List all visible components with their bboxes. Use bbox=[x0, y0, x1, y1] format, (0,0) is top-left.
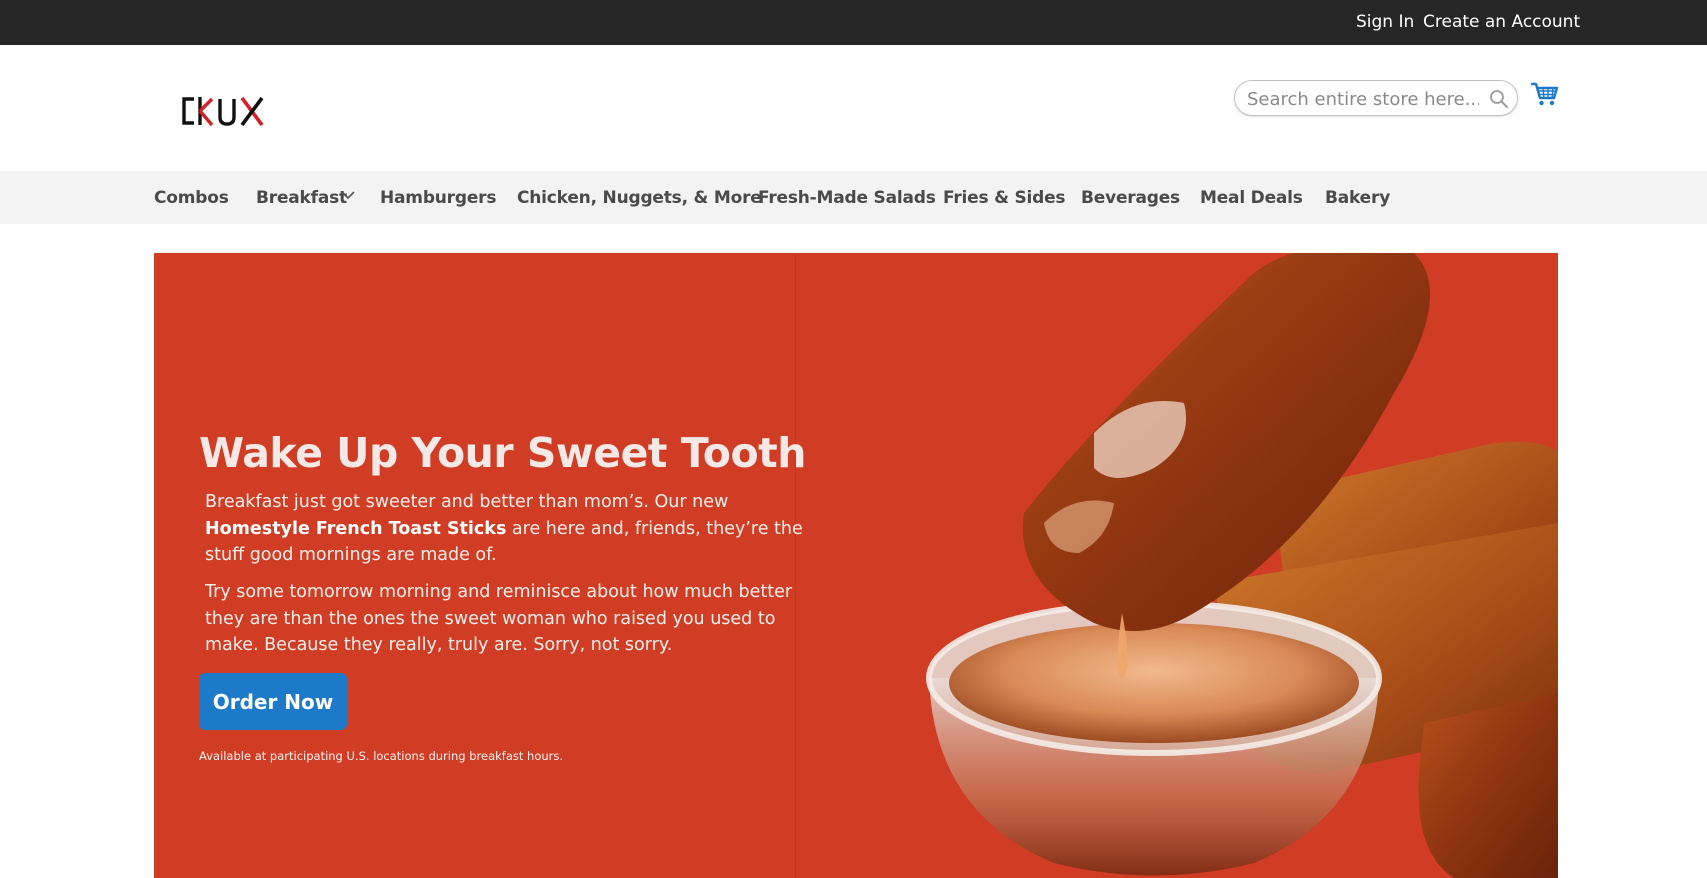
nav-item-combos[interactable]: Combos bbox=[154, 188, 229, 208]
hero-paragraph-2: Try some tomorrow morning and reminisce … bbox=[205, 582, 793, 655]
hero-p1-text: Breakfast just got sweeter and better th… bbox=[205, 492, 729, 512]
nav-item-meal-deals[interactable]: Meal Deals bbox=[1200, 188, 1303, 208]
nav-item-fries-sides[interactable]: Fries & Sides bbox=[943, 188, 1066, 208]
order-now-button[interactable]: Order Now bbox=[199, 673, 347, 730]
hero-fineprint: Available at participating U.S. location… bbox=[199, 749, 564, 763]
hero-banner: Wake Up Your Sweet Tooth Breakfast just … bbox=[154, 253, 1558, 878]
search-input[interactable] bbox=[1247, 86, 1479, 112]
hero-title: Wake Up Your Sweet Tooth bbox=[199, 429, 806, 477]
search-icon[interactable] bbox=[1489, 89, 1509, 109]
nav-item-beverages[interactable]: Beverages bbox=[1081, 188, 1180, 208]
hero-product-name: Homestyle French Toast Sticks bbox=[205, 518, 507, 539]
search-box bbox=[1234, 80, 1518, 116]
main-nav: Combos Breakfast Hamburgers Chicken, Nug… bbox=[0, 171, 1707, 224]
chevron-down-icon[interactable] bbox=[341, 190, 355, 200]
french-toast-sticks-image bbox=[926, 253, 1558, 878]
nav-item-fresh-made-salads[interactable]: Fresh-Made Salads bbox=[758, 188, 936, 208]
nav-item-breakfast[interactable]: Breakfast bbox=[256, 188, 347, 208]
nav-item-bakery[interactable]: Bakery bbox=[1325, 188, 1390, 208]
create-account-link[interactable]: Create an Account bbox=[1423, 12, 1580, 32]
nav-item-hamburgers[interactable]: Hamburgers bbox=[380, 188, 496, 208]
cart-icon[interactable] bbox=[1531, 81, 1559, 107]
hero-paragraph-1: Breakfast just got sweeter and better th… bbox=[205, 489, 805, 569]
crux-logo[interactable] bbox=[178, 91, 272, 131]
sign-in-link[interactable]: Sign In bbox=[1356, 12, 1414, 32]
nav-item-chicken-nuggets-more[interactable]: Chicken, Nuggets, & More bbox=[517, 188, 762, 208]
site-header bbox=[0, 45, 1707, 171]
top-bar: Sign In Create an Account bbox=[0, 0, 1707, 45]
